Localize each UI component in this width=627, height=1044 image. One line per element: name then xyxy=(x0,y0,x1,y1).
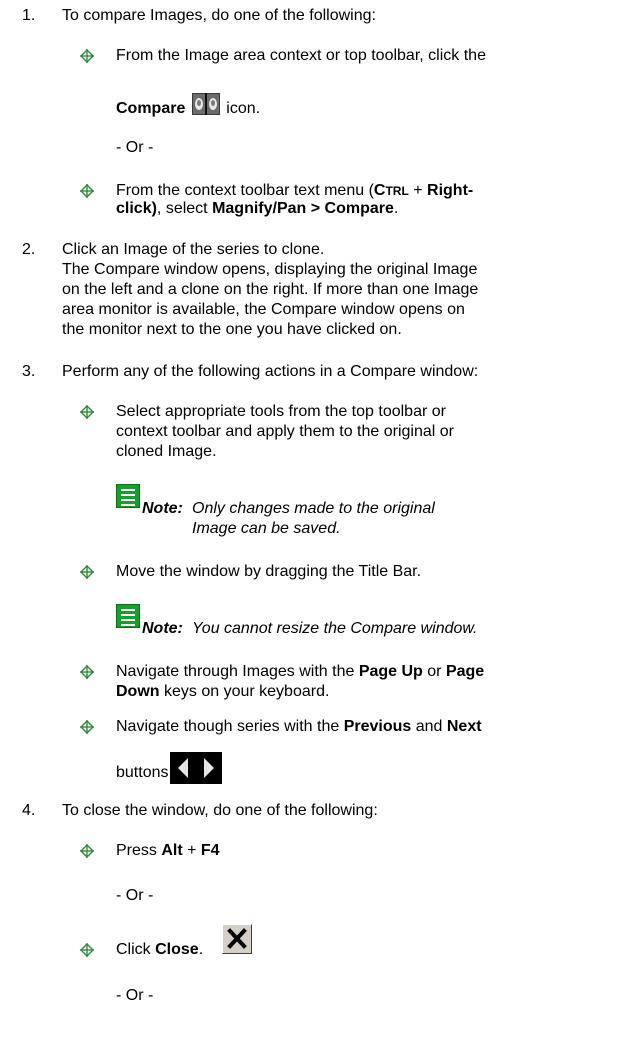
bullet-diamond-icon xyxy=(80,844,94,858)
step-3-number: 3. xyxy=(22,363,36,380)
bullet-diamond-icon xyxy=(80,943,94,957)
step-3-bullet-1-line-3: cloned Image. xyxy=(116,443,217,460)
next-button-icon xyxy=(204,758,214,778)
step-3-text: Perform any of the following actions in … xyxy=(62,363,479,380)
step-1-bullet-2-line-2: click), select Magnify/Pan > Compare. xyxy=(116,200,399,217)
step-3-bullet-3-line-2: Down keys on your keyboard. xyxy=(116,683,330,700)
step-3-bullet-4-line-1: Navigate though series with the Previous… xyxy=(116,718,482,735)
note-icon xyxy=(116,484,140,508)
or-separator: - Or - xyxy=(116,139,154,156)
note-2-text: You cannot resize the Compare window. xyxy=(192,620,478,637)
note-icon xyxy=(116,604,140,628)
step-4-bullet-2: Click Close. xyxy=(116,941,204,958)
compare-icon xyxy=(191,93,220,121)
step-1-text: To compare Images, do one of the followi… xyxy=(62,7,376,24)
step-1-number: 1. xyxy=(22,7,36,24)
or-separator: - Or - xyxy=(116,987,154,1004)
step-2-line-3: on the left and a clone on the right. If… xyxy=(62,281,479,298)
step-3-bullet-4-line-2: buttons. xyxy=(116,764,173,781)
step-2-line-2: The Compare window opens, displaying the… xyxy=(62,261,478,278)
step-3-bullet-1-line-2: context toolbar and apply them to the or… xyxy=(116,423,454,440)
step-4-text: To close the window, do one of the follo… xyxy=(62,802,378,819)
prev-next-buttons xyxy=(170,752,222,784)
bullet-diamond-icon xyxy=(80,405,94,419)
step-1-bullet-2-line-1: From the context toolbar text menu (CTRL… xyxy=(116,182,474,199)
step-2-line-1: Click an Image of the series to clone. xyxy=(62,241,325,258)
step-4-bullet-1: Press Alt + F4 xyxy=(116,842,220,859)
step-2-number: 2. xyxy=(22,241,36,258)
step-1-bullet-1-line-2: Compare icon. xyxy=(116,93,260,121)
note-1-line-1: Only changes made to the original xyxy=(192,500,435,517)
bullet-diamond-icon xyxy=(80,49,94,63)
close-x-icon xyxy=(222,924,252,954)
bullet-diamond-icon xyxy=(80,720,94,734)
bullet-diamond-icon xyxy=(80,184,94,198)
or-separator: - Or - xyxy=(116,887,154,904)
previous-button-icon xyxy=(178,758,188,778)
step-2-line-4: area monitor is available, the Compare w… xyxy=(62,301,465,318)
step-3-bullet-3-line-1: Navigate through Images with the Page Up… xyxy=(116,663,485,680)
compare-label: Compare xyxy=(116,100,186,117)
bullet-diamond-icon xyxy=(80,665,94,679)
step-1-bullet-1-text: From the Image area context or top toolb… xyxy=(116,47,486,64)
step-3-bullet-2-text: Move the window by dragging the Title Ba… xyxy=(116,563,422,580)
step-2-line-5: the monitor next to the one you have cli… xyxy=(62,321,402,338)
bullet-diamond-icon xyxy=(80,565,94,579)
note-label: Note: xyxy=(142,500,183,517)
step-3-bullet-1-line-1: Select appropriate tools from the top to… xyxy=(116,403,446,420)
note-label: Note: xyxy=(142,620,183,637)
note-1-line-2: Image can be saved. xyxy=(192,520,341,537)
icon-suffix: icon. xyxy=(226,100,261,117)
step-4-number: 4. xyxy=(22,802,36,819)
